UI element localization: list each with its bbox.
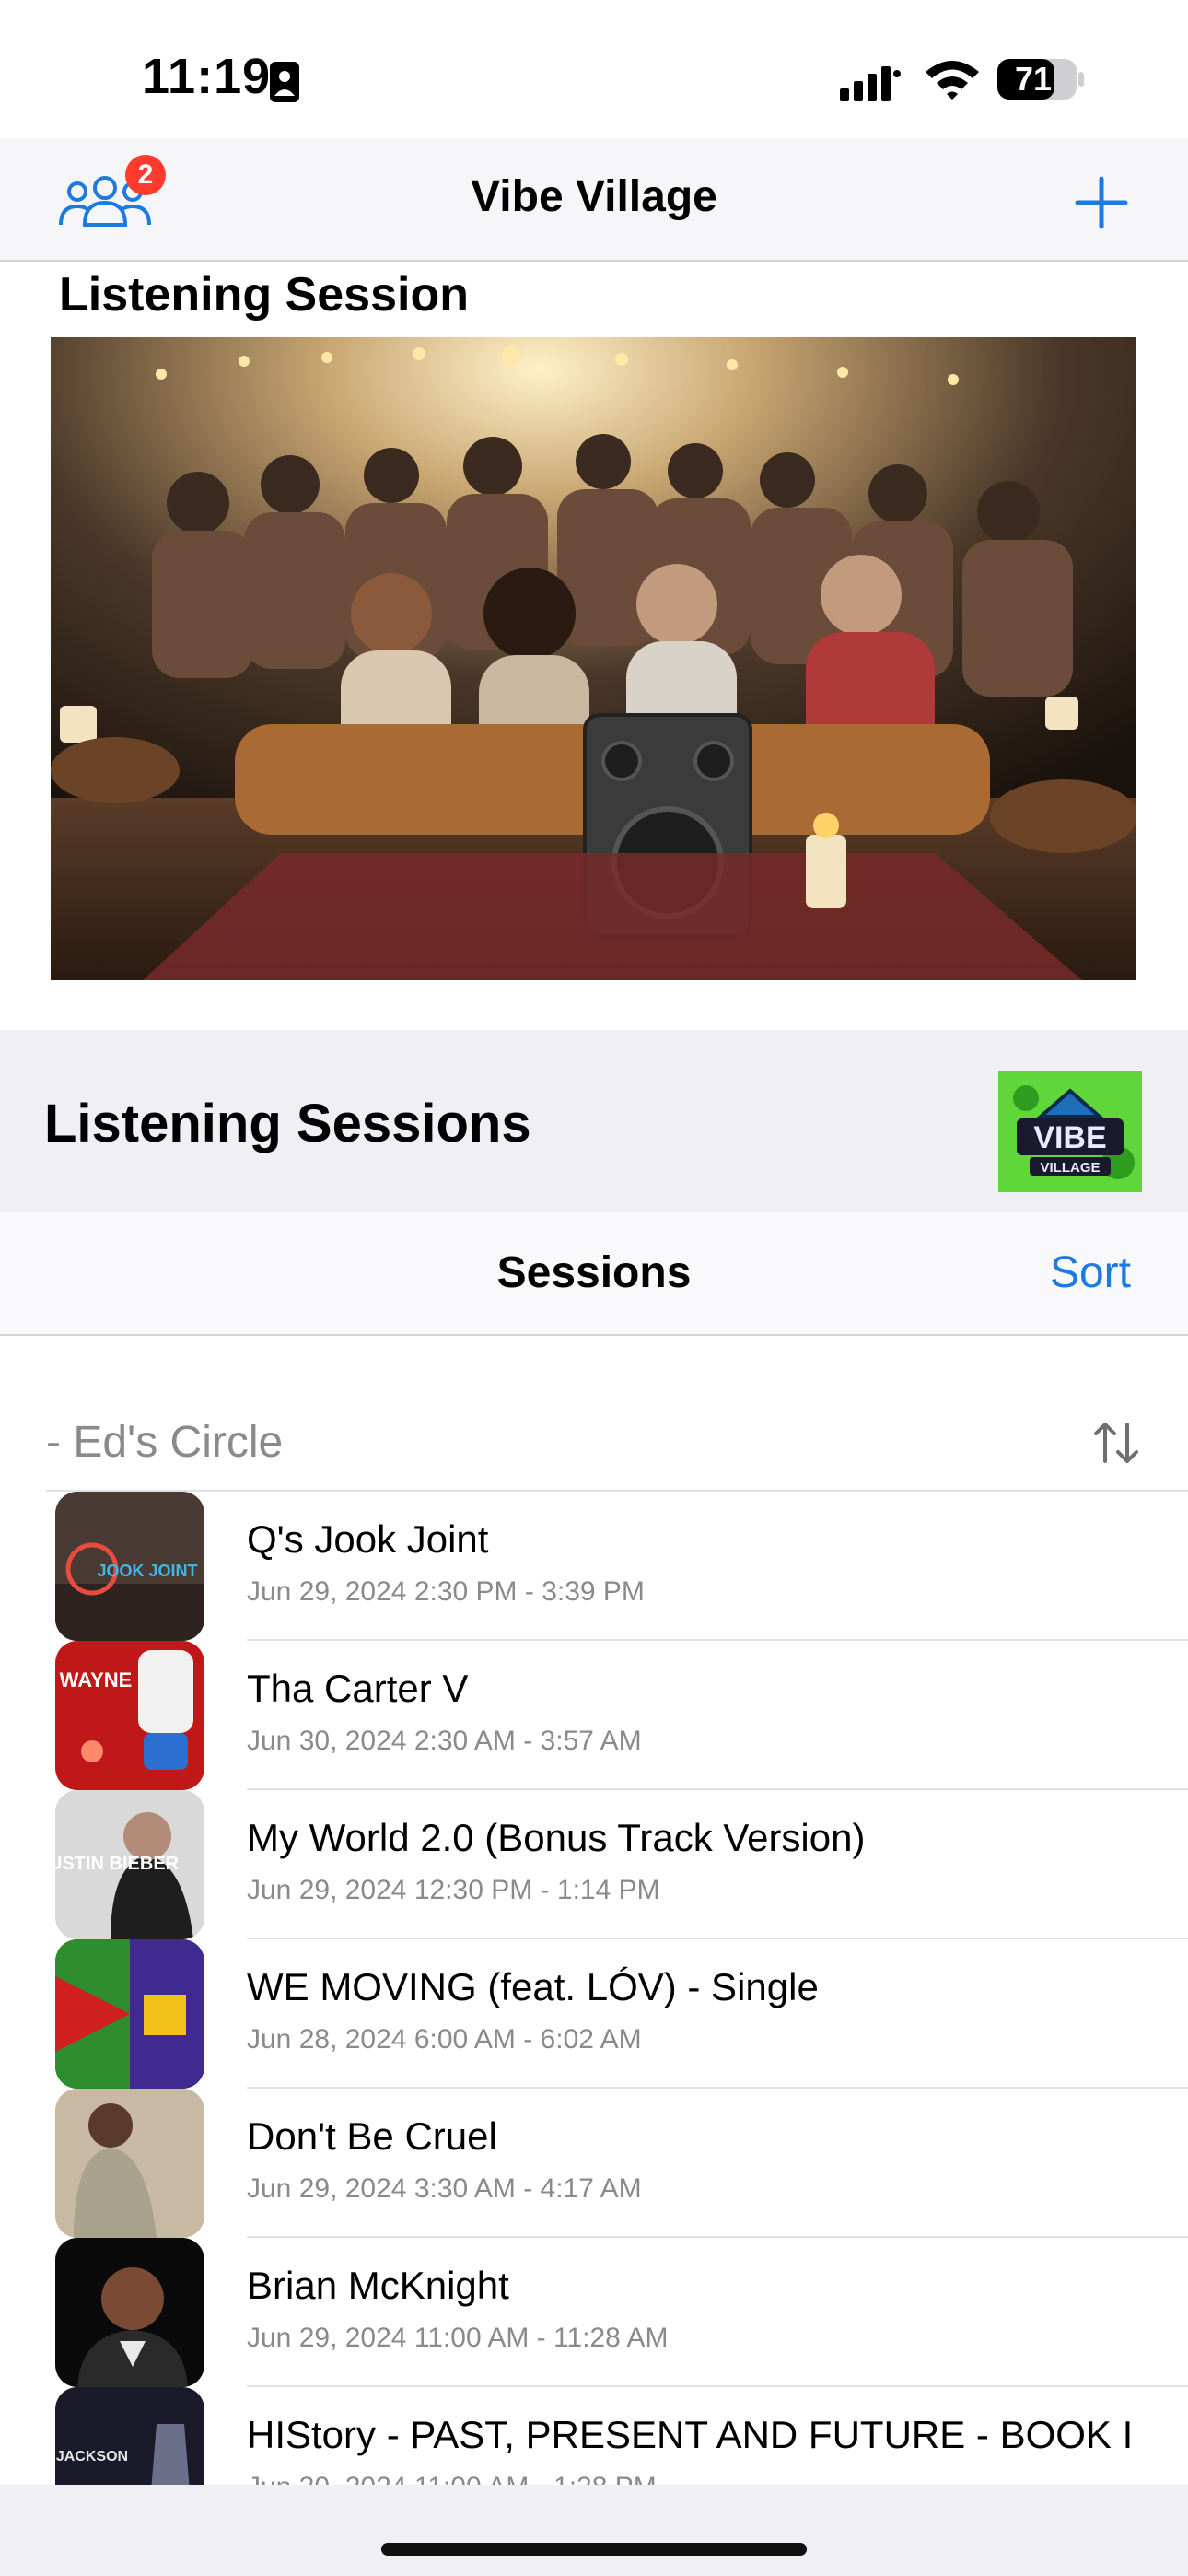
session-title: WE MOVING (feat. LÓV) - Single <box>247 1965 819 2008</box>
signal-icon <box>840 66 901 101</box>
session-row[interactable]: Don't Be Cruel Jun 29, 2024 3:30 AM - 4:… <box>0 2089 1188 2238</box>
sort-arrows-icon[interactable] <box>1090 1417 1142 1469</box>
sessions-toolbar: Sessions Sort <box>0 1212 1188 1336</box>
session-row[interactable]: JACKSON HIStory - PAST, PRESENT AND FUTU… <box>0 2387 1188 2485</box>
session-title: My World 2.0 (Bonus Track Version) <box>247 1816 866 1859</box>
nav-title: Vibe Village <box>471 172 717 221</box>
album-art <box>55 2238 204 2387</box>
session-title: Tha Carter V <box>247 1667 469 1710</box>
album-art-graphic: JUSTIN BIEBER <box>55 1790 204 1939</box>
session-time: Jun 30, 2024 11:00 AM - 1:28 PM <box>247 2472 657 2485</box>
add-icon[interactable] <box>1074 175 1129 230</box>
album-art-graphic <box>55 2238 204 2387</box>
app-screen: 11:19 71 2 Vibe Village Listening Sessio… <box>0 0 1188 2576</box>
home-indicator[interactable] <box>381 2543 807 2556</box>
album-art-graphic: WAYNE <box>55 1641 204 1790</box>
svg-text:VILLAGE: VILLAGE <box>1040 1160 1100 1176</box>
album-art-graphic <box>55 2089 204 2238</box>
session-list: JOOK JOINT Q's Jook Joint Jun 29, 2024 2… <box>0 1492 1188 2485</box>
session-title: Don't Be Cruel <box>247 2114 497 2158</box>
session-time: Jun 29, 2024 12:30 PM - 1:14 PM <box>247 1875 660 1905</box>
session-time: Jun 29, 2024 11:00 AM - 11:28 AM <box>247 2323 669 2353</box>
wifi-icon <box>926 61 979 100</box>
vibe-village-logo: VIBE VILLAGE <box>998 1071 1142 1192</box>
section-title: Listening Session <box>59 268 469 322</box>
album-art-graphic: JOOK JOINT <box>55 1492 204 1641</box>
nav-bar: 2 Vibe Village <box>0 138 1188 262</box>
album-art-graphic <box>55 1939 204 2089</box>
logo-graphic: VIBE VILLAGE <box>998 1071 1142 1192</box>
session-row[interactable]: JUSTIN BIEBER My World 2.0 (Bonus Track … <box>0 1790 1188 1939</box>
album-art <box>55 2089 204 2238</box>
session-time: Jun 29, 2024 3:30 AM - 4:17 AM <box>247 2173 642 2204</box>
album-art-text: JUSTIN BIEBER <box>55 1854 180 1874</box>
session-title: Q's Jook Joint <box>247 1517 489 1561</box>
session-row[interactable]: WAYNE Tha Carter V Jun 30, 2024 2:30 AM … <box>0 1641 1188 1790</box>
session-time: Jun 28, 2024 6:00 AM - 6:02 AM <box>247 2024 642 2055</box>
album-art-text: JACKSON <box>56 2449 128 2465</box>
session-time: Jun 30, 2024 2:30 AM - 3:57 AM <box>247 1726 642 1756</box>
session-title: Brian McKnight <box>247 2264 509 2307</box>
session-row[interactable]: WE MOVING (feat. LÓV) - Single Jun 28, 2… <box>0 1939 1188 2089</box>
session-time: Jun 29, 2024 2:30 PM - 3:39 PM <box>247 1576 645 1607</box>
listening-sessions-title: Listening Sessions <box>44 1094 531 1153</box>
status-bar: 11:19 71 <box>0 0 1188 138</box>
session-title: HIStory - PAST, PRESENT AND FUTURE - BOO… <box>247 2413 1134 2456</box>
contact-card-icon <box>270 62 299 102</box>
hero-image <box>51 337 1136 980</box>
album-art: JUSTIN BIEBER <box>55 1790 204 1939</box>
album-art <box>55 1939 204 2089</box>
group-header: - Ed's Circle <box>46 1418 284 1467</box>
hero-illustration <box>51 337 1136 980</box>
home-indicator-area <box>0 2485 1188 2576</box>
session-row[interactable]: JOOK JOINT Q's Jook Joint Jun 29, 2024 2… <box>0 1492 1188 1641</box>
album-art: JACKSON <box>55 2387 204 2485</box>
album-art-text: JOOK JOINT <box>97 1562 197 1580</box>
svg-text:VIBE: VIBE <box>1033 1120 1106 1155</box>
sort-button[interactable]: Sort <box>1050 1247 1131 1298</box>
album-art-graphic: JACKSON <box>55 2387 204 2485</box>
sessions-title: Sessions <box>496 1248 692 1297</box>
album-art: JOOK JOINT <box>55 1492 204 1641</box>
battery-level: 71 <box>1014 60 1053 98</box>
session-row[interactable]: Brian McKnight Jun 29, 2024 11:00 AM - 1… <box>0 2238 1188 2387</box>
album-art-text: WAYNE <box>60 1669 133 1692</box>
album-art: WAYNE <box>55 1641 204 1790</box>
status-time: 11:19 <box>142 49 272 104</box>
